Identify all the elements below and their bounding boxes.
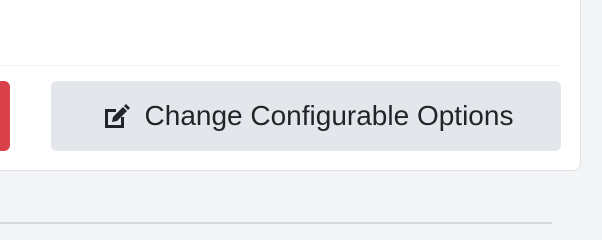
screen: Change Configurable Options — [0, 0, 602, 228]
danger-button[interactable] — [0, 81, 10, 151]
edit-icon — [99, 99, 133, 133]
section-divider — [0, 222, 552, 224]
change-configurable-options-label: Change Configurable Options — [144, 100, 514, 131]
card-divider — [1, 65, 560, 66]
change-configurable-options-button[interactable]: Change Configurable Options — [51, 81, 561, 151]
